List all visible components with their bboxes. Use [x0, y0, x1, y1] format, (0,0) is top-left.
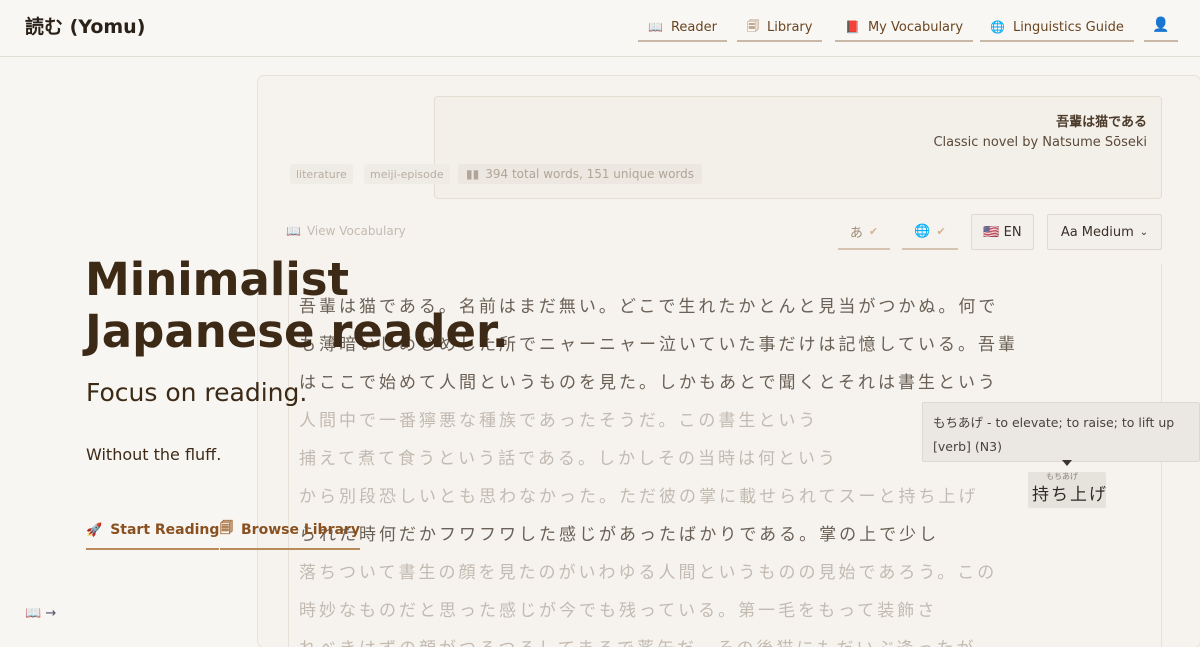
start-reading-label: Start Reading [110, 522, 220, 538]
user-account-button[interactable]: 👤 [1144, 10, 1178, 42]
text-line[interactable]: 時妙なものだと思った感じが今でも残っている。第一毛をもって装飾さ [299, 596, 1149, 621]
font-size-select[interactable]: Aa Medium ⌄ [1047, 214, 1162, 250]
selected-word[interactable]: 持ち上げ [1032, 480, 1108, 505]
furigana-label: あ [849, 225, 863, 241]
browse-library-label: Browse Library [241, 522, 360, 538]
furigana-toggle[interactable]: あ ✔ [838, 214, 890, 250]
view-vocabulary-link[interactable]: 📖 View Vocabulary [286, 224, 406, 238]
tag-badge: meiji-episode [364, 164, 450, 184]
nav-my-vocabulary[interactable]: 📕 My Vocabulary [835, 14, 974, 42]
tooltip-definition: もちあげ - to elevate; to raise; to lift up [933, 415, 1175, 430]
nav-linguistics-guide-label: Linguistics Guide [1012, 19, 1124, 35]
nav-library[interactable]: 🗐 Library [737, 14, 823, 42]
text-line[interactable]: はここで始めて人間というものを見た。しかもあとで聞くとそれは書生という [299, 368, 1149, 393]
nav-library-label: Library [767, 19, 813, 35]
check-icon: ✔ [868, 224, 879, 238]
bar-chart-icon: ▮▮ [466, 167, 480, 181]
language-label: 🇺🇸 EN [983, 224, 1022, 240]
view-vocabulary-label: View Vocabulary [306, 224, 406, 238]
language-selector[interactable]: 🇺🇸 EN [971, 214, 1034, 250]
book-subtitle: Classic novel by Natsume Sōseki [933, 135, 1147, 150]
browse-library-button[interactable]: 🗐 Browse Library [220, 512, 360, 550]
hero-tagline: Without the fluff. [86, 445, 222, 464]
app-logo[interactable]: 読む (Yomu) [25, 12, 145, 39]
vocabulary-icon: 📖 [286, 224, 301, 238]
library-icon: 🗐 [220, 521, 233, 536]
nav-my-vocabulary-label: My Vocabulary [867, 19, 964, 35]
chevron-down-icon: ⌄ [1139, 226, 1149, 238]
book-title: 吾輩は猫である [1056, 115, 1147, 130]
user-icon: 👤 [1152, 17, 1170, 33]
nav-reader[interactable]: 📖 Reader [638, 14, 727, 42]
globe-icon: 🌐 [990, 20, 1005, 34]
word-stats-badge: ▮▮ 394 total words, 151 unique words [458, 164, 702, 184]
hero-subtitle: Focus on reading. [86, 378, 308, 407]
font-size-label: Aa Medium [1060, 224, 1134, 240]
rocket-icon: 🚀 [86, 522, 103, 538]
text-line[interactable]: から別段恐しいとも思わなかった。ただ彼の掌に載せられてスーと持ち上げ [299, 482, 1149, 507]
book-open-icon: 📖 [648, 20, 663, 34]
tooltip-arrow-icon [1062, 460, 1072, 466]
translate-globe-icon: 🌐 [914, 223, 931, 239]
word-definition-tooltip: もちあげ - to elevate; to raise; to lift up … [922, 402, 1200, 462]
translation-toggle[interactable]: 🌐 ✔ [902, 214, 958, 250]
tooltip-info: [verb] (N3) [933, 439, 1002, 454]
vocabulary-book-icon: 📕 [845, 20, 860, 34]
library-icon: 🗐 [747, 18, 759, 33]
open-reader-link[interactable]: 📖 → [25, 606, 56, 621]
top-navigation-bar: 読む (Yomu) 📖 Reader 🗐 Library 📕 My Vocabu… [0, 0, 1200, 57]
nav-reader-label: Reader [670, 19, 717, 35]
tag-badge: literature [290, 164, 353, 184]
start-reading-button[interactable]: 🚀 Start Reading [86, 512, 220, 550]
text-line[interactable]: られた時何だかフワフワした感じがあったばかりである。掌の上で少し [299, 520, 1149, 545]
text-line[interactable]: 落ちついて書生の顔を見たのがいわゆる人間というものの見始であろう。この [299, 558, 1149, 583]
word-stats-text: 394 total words, 151 unique words [485, 167, 694, 181]
hero-title: Minimalist Japanese reader. [85, 253, 509, 358]
check-icon: ✔ [936, 224, 946, 238]
text-line[interactable]: れべきはずの顔がつるつるしてまるで薬缶だ。その後猫にもだいぶ逢ったが [299, 634, 1149, 647]
nav-linguistics-guide[interactable]: 🌐 Linguistics Guide [980, 14, 1134, 42]
